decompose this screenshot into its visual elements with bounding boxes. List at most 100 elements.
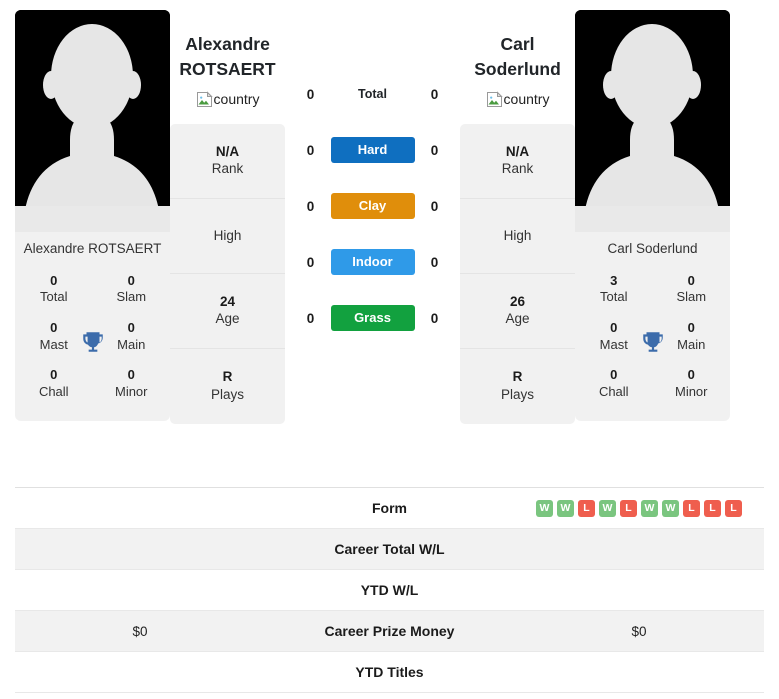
titles-total-label-left: Total xyxy=(40,289,68,305)
stat-plays-right: R Plays xyxy=(460,349,575,424)
trophy-icon-svg xyxy=(642,332,663,352)
surface-hard-left-value: 0 xyxy=(306,142,315,158)
table-row-career-prize-money: $0 Career Prize Money $0 xyxy=(15,611,764,652)
surface-total-right-value: 0 xyxy=(430,86,439,102)
surface-total-label: Total xyxy=(358,87,387,101)
surface-row-indoor: 0 Indoor 0 xyxy=(285,234,460,290)
stat-age-value-right: 26 xyxy=(509,293,526,309)
titles-minor-value-right: 0 xyxy=(687,367,695,383)
titles-total-label-right: Total xyxy=(600,289,628,305)
titles-slam-value-left: 0 xyxy=(127,273,135,289)
broken-image-icon xyxy=(486,91,503,108)
surface-total-left-value: 0 xyxy=(306,86,315,102)
form-badges-right: WWLWLWWLLL xyxy=(536,499,742,517)
stat-age-right: 26 Age xyxy=(460,274,575,349)
titles-minor-label-left: Minor xyxy=(114,383,148,399)
player-lastname-right: Soderlund xyxy=(474,59,561,80)
titles-minor-label-right: Minor xyxy=(674,383,708,399)
stat-high-label-right: High xyxy=(503,227,532,243)
titles-slam-left: 0 Slam xyxy=(93,265,171,312)
form-badge-loss: L xyxy=(620,499,637,517)
stat-plays-label-right: Plays xyxy=(500,386,534,402)
titles-slam-value-right: 0 xyxy=(687,273,695,289)
titles-chall-value-left: 0 xyxy=(50,367,58,383)
player-card-left[interactable]: Alexandre ROTSAERT 0 Total 0 Slam 0 Mast… xyxy=(15,10,170,421)
titles-chall-value-right: 0 xyxy=(610,367,618,383)
row-label-ytd-wl: YTD W/L xyxy=(360,582,419,598)
form-badge-loss: L xyxy=(725,499,742,517)
player-avatar-silhouette xyxy=(575,10,730,232)
stat-rank-label-left: Rank xyxy=(211,161,244,177)
stat-panel-left: N/A Rank High 24 Age R Plays xyxy=(170,123,285,424)
titles-minor-value-left: 0 xyxy=(127,367,135,383)
player-lastname-left: ROTSAERT xyxy=(179,59,276,80)
surface-indoor-left-value: 0 xyxy=(306,254,315,270)
form-badge-loss: L xyxy=(683,499,700,517)
player-avatar-silhouette xyxy=(15,10,170,232)
titles-total-value-right: 3 xyxy=(610,273,618,289)
form-badge-win: W xyxy=(557,499,574,517)
player-comparison-page: Alexandre ROTSAERT 0 Total 0 Slam 0 Mast… xyxy=(0,0,779,699)
form-badge-win: W xyxy=(536,499,553,517)
form-cell-right: WWLWLWWLLL xyxy=(514,499,764,517)
player-card-right[interactable]: Carl Soderlund 3 Total 0 Slam 0 Mast 0 M… xyxy=(575,10,730,421)
country-flag-right: country xyxy=(486,91,550,108)
surface-badge-grass[interactable]: Grass xyxy=(330,304,415,332)
surface-clay-left-value: 0 xyxy=(306,198,315,214)
titles-total-left: 0 Total xyxy=(15,265,93,312)
titles-total-value-left: 0 xyxy=(50,273,58,289)
surface-badge-indoor[interactable]: Indoor xyxy=(330,248,415,276)
trophy-icon xyxy=(639,328,667,356)
surface-indoor-right-value: 0 xyxy=(430,254,439,270)
country-alt-text-right: country xyxy=(503,91,550,108)
player-info-left: Alexandre ROTSAERT country N/A Rank High… xyxy=(170,10,285,424)
stat-rank-value-left: N/A xyxy=(215,143,240,159)
row-label-career-total-wl: Career Total W/L xyxy=(334,541,445,557)
broken-image-icon xyxy=(196,91,213,108)
career-stats-table: Form WWLWLWWLLL Career Total W/L YTD W/L… xyxy=(15,487,764,693)
stat-high-left: High xyxy=(170,199,285,274)
country-alt-text-left: country xyxy=(213,91,260,108)
table-row-career-total-wl: Career Total W/L xyxy=(15,529,764,570)
form-badge-win: W xyxy=(641,499,658,517)
stat-plays-value-right: R xyxy=(512,369,523,385)
surface-badge-hard[interactable]: Hard xyxy=(330,136,415,164)
table-row-ytd-wl: YTD W/L xyxy=(15,570,764,611)
surface-row-total: 0 Total 0 xyxy=(285,66,460,122)
row-label-career-prize-money: Career Prize Money xyxy=(324,623,455,639)
trophy-icon-svg xyxy=(82,332,103,352)
surface-grass-left-value: 0 xyxy=(306,310,315,326)
player-name-right: Carl Soderlund xyxy=(474,32,561,83)
stat-age-value-left: 24 xyxy=(219,293,236,309)
surface-row-grass: 0 Grass 0 xyxy=(285,290,460,346)
stat-high-label-left: High xyxy=(213,227,242,243)
surface-grass-right-value: 0 xyxy=(430,310,439,326)
stat-plays-value-left: R xyxy=(222,369,233,385)
titles-grid-right: 3 Total 0 Slam 0 Mast 0 Main 0 Chall 0 M… xyxy=(575,263,730,420)
titles-grid-left: 0 Total 0 Slam 0 Mast 0 Main 0 Chall 0 M… xyxy=(15,263,170,420)
broken-image-icon-svg xyxy=(196,91,213,107)
player-firstname-left: Alexandre xyxy=(185,34,270,54)
player-photo-right xyxy=(575,10,730,232)
surface-badge-clay[interactable]: Clay xyxy=(330,192,415,220)
stat-plays-left: R Plays xyxy=(170,349,285,424)
surface-row-clay: 0 Clay 0 xyxy=(285,178,460,234)
table-row-ytd-titles: YTD Titles xyxy=(15,652,764,693)
comparison-header: Alexandre ROTSAERT 0 Total 0 Slam 0 Mast… xyxy=(0,0,779,480)
stat-age-label-right: Age xyxy=(505,311,530,327)
titles-slam-right: 0 Slam xyxy=(653,265,731,312)
surface-comparison-column: 0 Total 0 0 Hard 0 0 Clay 0 0 Indoor 0 0… xyxy=(285,10,460,346)
row-label-ytd-titles: YTD Titles xyxy=(355,664,424,680)
broken-image-icon-svg xyxy=(486,91,503,107)
stat-rank-left: N/A Rank xyxy=(170,124,285,199)
stat-high-right: High xyxy=(460,199,575,274)
titles-chall-left: 0 Chall xyxy=(15,359,93,406)
player-firstname-right: Carl xyxy=(500,34,535,54)
career-prize-money-left: $0 xyxy=(132,623,148,639)
player-name-left: Alexandre ROTSAERT xyxy=(179,32,275,83)
player-photo-left xyxy=(15,10,170,232)
form-badge-win: W xyxy=(662,499,679,517)
stat-plays-label-left: Plays xyxy=(210,386,244,402)
surface-clay-right-value: 0 xyxy=(430,198,439,214)
titles-total-right: 3 Total xyxy=(575,265,653,312)
